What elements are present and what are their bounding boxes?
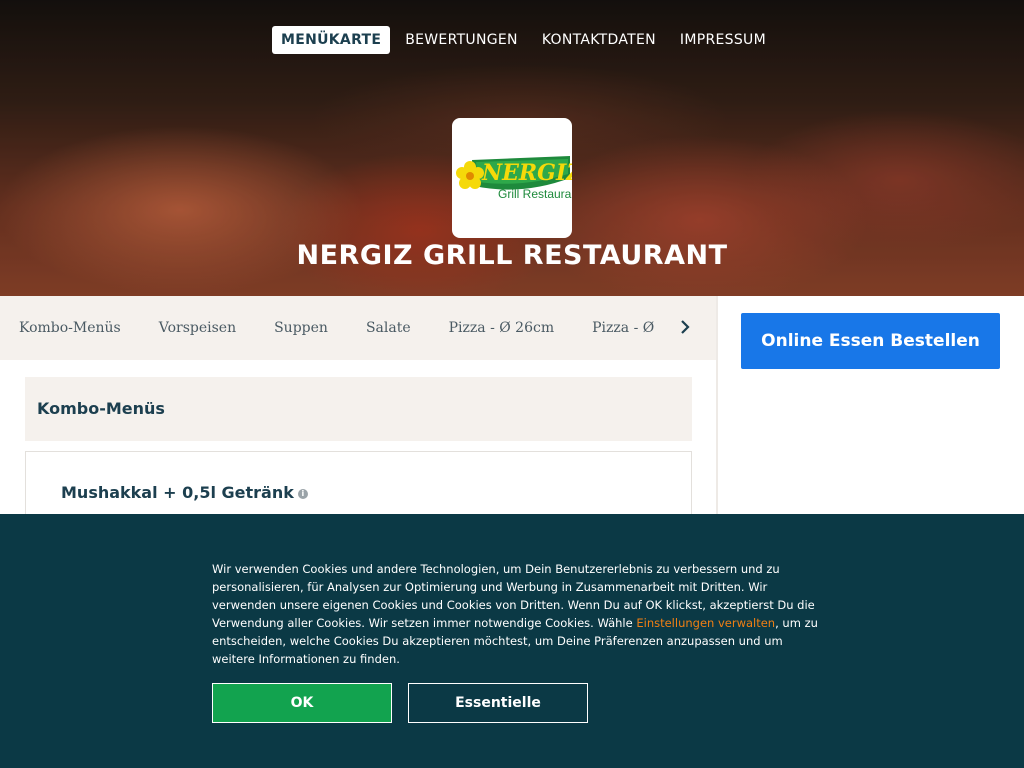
category-kombo-menus[interactable]: Kombo-Menüs <box>19 320 121 336</box>
section-title: Kombo-Menüs <box>37 399 165 418</box>
nav-item-impressum[interactable]: IMPRESSUM <box>671 26 775 54</box>
category-pizza-32[interactable]: Pizza - Ø 32cm <box>592 320 659 336</box>
category-pizza-26[interactable]: Pizza - Ø 26cm <box>449 320 555 336</box>
logo-graphic: NERGIZ Grill Restaurant <box>456 156 572 201</box>
logo-text-sub: Grill Restaurant <box>498 187 572 201</box>
chevron-right-icon[interactable] <box>674 316 696 338</box>
logo-text-main: NERGIZ <box>481 160 572 186</box>
top-navigation: MENÜKARTE BEWERTUNGEN KONTAKTDATEN IMPRE… <box>272 26 781 54</box>
category-salate[interactable]: Salate <box>366 320 411 336</box>
menu-item-title: Mushakkal + 0,5l Getränk i <box>61 483 308 502</box>
category-vorspeisen[interactable]: Vorspeisen <box>159 320 236 336</box>
cookie-settings-link[interactable]: Einstellungen verwalten <box>636 616 775 630</box>
restaurant-logo: NERGIZ Grill Restaurant <box>452 118 572 238</box>
cookie-banner: Wir verwenden Cookies und andere Technol… <box>0 514 1024 768</box>
category-suppen[interactable]: Suppen <box>274 320 328 336</box>
category-list: Kombo-Menüs Vorspeisen Suppen Salate Piz… <box>19 296 659 360</box>
nav-item-kontaktdaten[interactable]: KONTAKTDATEN <box>533 26 665 54</box>
section-header: Kombo-Menüs <box>25 377 692 441</box>
order-online-button[interactable]: Online Essen Bestellen <box>741 313 1000 369</box>
info-icon[interactable]: i <box>297 488 308 499</box>
menu-item-name: Mushakkal + 0,5l Getränk <box>61 483 294 502</box>
nav-item-menukarte[interactable]: MENÜKARTE <box>272 26 391 54</box>
nav-item-bewertungen[interactable]: BEWERTUNGEN <box>396 26 527 54</box>
cookie-essential-button[interactable]: Essentielle <box>408 683 588 723</box>
category-bar: Kombo-Menüs Vorspeisen Suppen Salate Piz… <box>0 296 716 360</box>
cookie-ok-button[interactable]: OK <box>212 683 392 723</box>
cookie-text: Wir verwenden Cookies und andere Technol… <box>212 560 818 668</box>
hero-banner: MENÜKARTE BEWERTUNGEN KONTAKTDATEN IMPRE… <box>0 0 1024 296</box>
restaurant-name: NERGIZ GRILL RESTAURANT <box>296 240 728 271</box>
